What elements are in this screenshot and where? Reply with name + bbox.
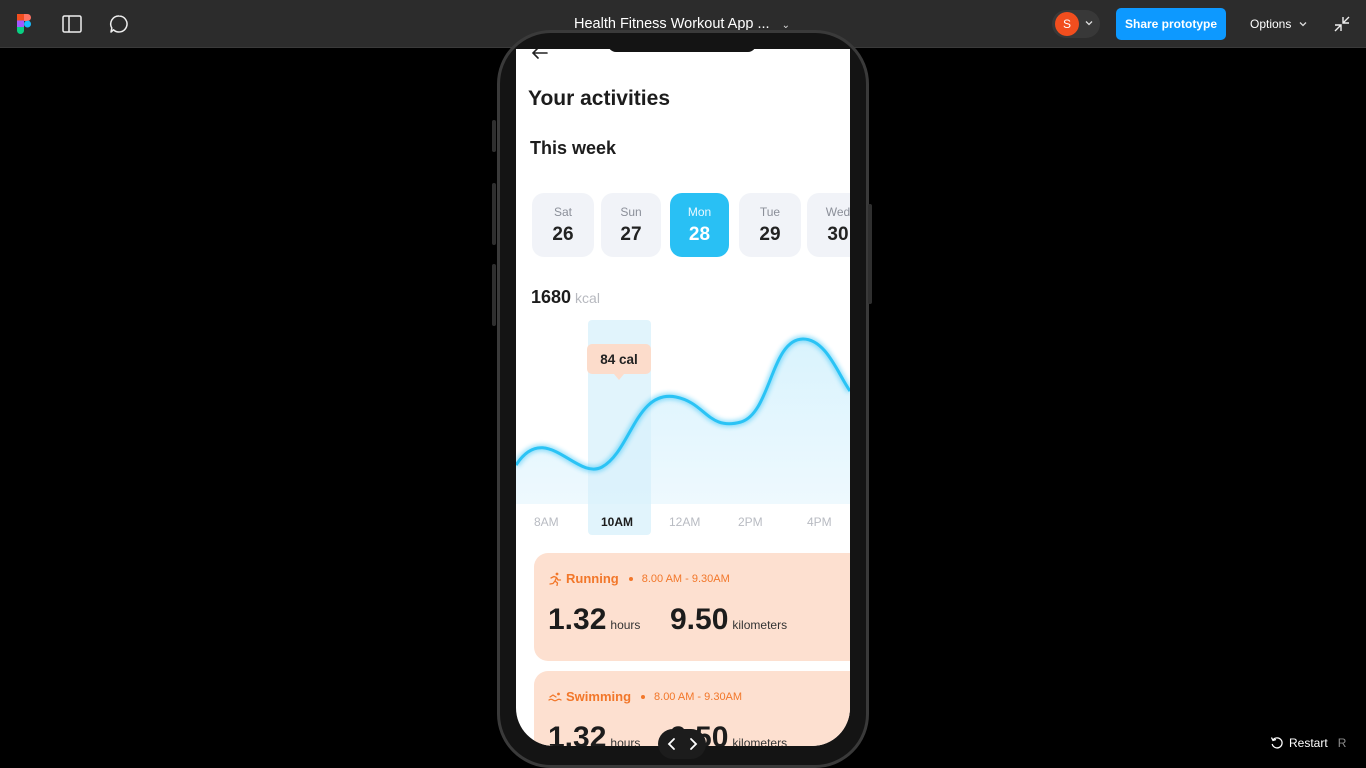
- user-menu[interactable]: S: [1052, 10, 1100, 38]
- running-icon: [549, 572, 562, 586]
- activity-header: Swimming 8.00 AM - 9.30AM: [548, 689, 742, 704]
- calorie-chart[interactable]: 84 cal: [516, 319, 850, 539]
- collapse-icon[interactable]: [1332, 14, 1352, 34]
- options-button[interactable]: Options: [1250, 0, 1308, 48]
- back-arrow-icon[interactable]: [530, 49, 550, 63]
- day-name: Sat: [553, 205, 572, 219]
- separator-dot: [628, 576, 633, 581]
- restart-label: Restart: [1289, 736, 1328, 750]
- duration-unit: hours: [610, 618, 641, 632]
- activity-name: Swimming: [566, 689, 632, 704]
- day-date: 26: [552, 224, 574, 245]
- day-name: Wed: [825, 205, 850, 219]
- separator-dot: [641, 694, 646, 699]
- day-item-mon[interactable]: Mon 28: [670, 193, 729, 257]
- day-item-sun[interactable]: Sun 27: [601, 193, 661, 257]
- section-title: This week: [530, 138, 617, 158]
- phone-side-button: [868, 204, 872, 304]
- distance-unit: kilometers: [732, 736, 788, 746]
- sidebar-toggle-icon[interactable]: [60, 12, 84, 36]
- dynamic-island: [608, 44, 756, 52]
- activity-time: 8.00 AM - 9.30AM: [654, 690, 743, 703]
- swimming-icon: [548, 692, 562, 701]
- day-date: 29: [759, 224, 781, 245]
- time-label-selected[interactable]: 10AM: [601, 515, 633, 529]
- restart-icon: [1270, 737, 1283, 749]
- calorie-total-unit: kcal: [575, 290, 600, 306]
- day-name: Sun: [620, 205, 642, 219]
- tooltip-text: 84 cal: [600, 352, 638, 367]
- chevron-down-icon: [1085, 21, 1093, 26]
- activity-distance: 9.50kilometers: [670, 603, 787, 637]
- activity-duration: 1.32 hours: [548, 603, 640, 637]
- phone-side-button: [492, 120, 496, 152]
- distance-unit: kilometers: [732, 618, 788, 632]
- chart-area: [516, 339, 850, 504]
- activity-duration: 1.32 hours: [548, 721, 640, 746]
- prototype-nav: [658, 729, 706, 759]
- day-name: Mon: [687, 205, 712, 219]
- figma-logo-icon[interactable]: [12, 12, 36, 36]
- activity-name: Running: [566, 571, 619, 586]
- restart-button[interactable]: Restart R: [1270, 736, 1346, 750]
- chevron-down-icon: [1299, 22, 1307, 27]
- restart-shortcut: R: [1337, 736, 1347, 750]
- day-item-tue[interactable]: Tue 29: [739, 193, 801, 257]
- day-date: 30: [827, 224, 849, 245]
- duration-unit: hours: [610, 736, 641, 746]
- calorie-total-value: 1680: [531, 287, 572, 307]
- previous-arrow-icon[interactable]: [664, 736, 680, 752]
- next-arrow-icon[interactable]: [685, 736, 701, 752]
- comment-icon[interactable]: [107, 12, 131, 36]
- day-item-sat[interactable]: Sat 26: [532, 193, 594, 257]
- activity-header: Running 8.00 AM - 9.30AM: [548, 571, 730, 586]
- time-label: 4PM: [807, 515, 832, 529]
- app-screen: Your activities This week Sat 26 Sun 27 …: [516, 49, 850, 746]
- distance-value: 9.50: [670, 603, 729, 636]
- duration-value: 1.32: [548, 603, 607, 636]
- duration-value: 1.32: [548, 721, 607, 746]
- options-label: Options: [1250, 17, 1292, 31]
- day-date: 27: [620, 224, 642, 245]
- time-label: 12AM: [669, 515, 701, 529]
- day-item-wed[interactable]: Wed 30: [807, 193, 850, 257]
- avatar: S: [1055, 12, 1079, 36]
- time-label: 2PM: [738, 515, 763, 529]
- phone-side-button: [492, 183, 496, 245]
- time-label: 8AM: [534, 515, 559, 529]
- phone-side-button: [492, 264, 496, 326]
- calorie-total: 1680 kcal: [531, 287, 600, 308]
- share-prototype-button[interactable]: Share prototype: [1116, 8, 1226, 40]
- activity-card-running[interactable]: Running 8.00 AM - 9.30AM 1.32 hours 9.50 k…: [534, 553, 850, 661]
- day-date: 28: [688, 224, 711, 245]
- page-title: Your activities: [528, 87, 670, 110]
- day-name: Tue: [759, 205, 781, 219]
- activity-time: 8.00 AM - 9.30AM: [641, 572, 730, 585]
